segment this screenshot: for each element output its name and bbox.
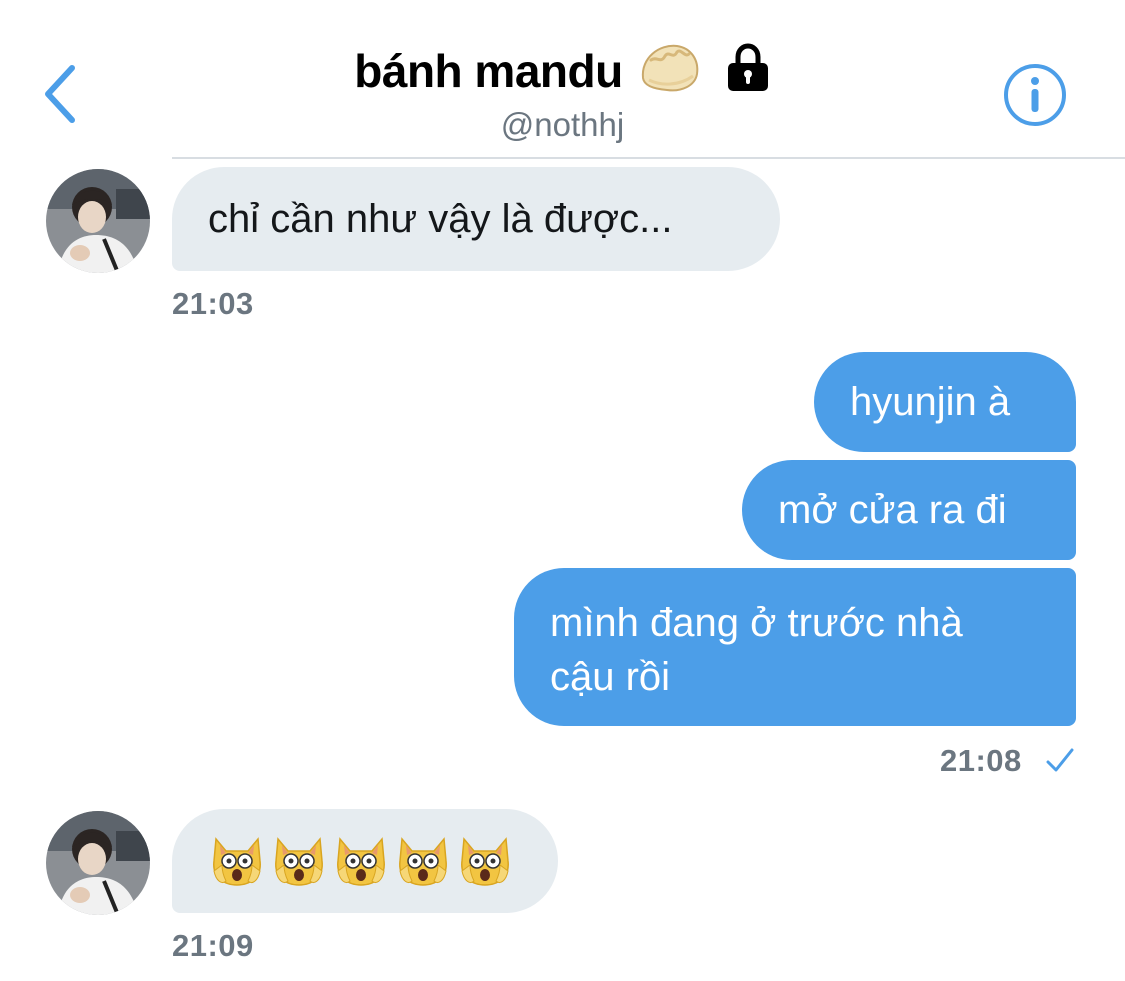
- lock-icon: [725, 43, 771, 98]
- message-bubble-outgoing[interactable]: hyunjin à: [814, 352, 1076, 452]
- conversation-handle[interactable]: @nothhj: [0, 106, 1125, 144]
- weary-cat-face-icon: [210, 831, 264, 901]
- message-timestamp: 21:03: [172, 286, 254, 321]
- weary-cat-face-icon: [396, 831, 450, 901]
- conversation-header: bánh mandu @nothhj: [0, 0, 1125, 158]
- message-text: mình đang ở trước nhà cậu rồi: [550, 601, 963, 699]
- weary-cat-face-icon: [458, 831, 512, 901]
- avatar[interactable]: [46, 811, 150, 915]
- message-bubble-outgoing[interactable]: mở cửa ra đi: [742, 460, 1076, 560]
- dumpling-icon: [637, 38, 703, 103]
- message-timestamp: 21:09: [172, 928, 254, 963]
- avatar[interactable]: [46, 169, 150, 273]
- message-bubble-outgoing[interactable]: mình đang ở trước nhà cậu rồi: [514, 568, 1076, 726]
- message-bubble-incoming[interactable]: [172, 809, 558, 913]
- conversation-title: bánh mandu: [354, 44, 623, 97]
- emoji-group: [210, 831, 558, 901]
- message-timestamp: 21:08: [940, 743, 1022, 778]
- weary-cat-face-icon: [272, 831, 326, 901]
- weary-cat-face-icon: [334, 831, 388, 901]
- message-text: hyunjin à: [850, 380, 1011, 424]
- info-icon[interactable]: [1002, 62, 1068, 128]
- title-block: bánh mandu: [0, 38, 1125, 103]
- message-text: mở cửa ra đi: [778, 488, 1007, 532]
- message-text: chỉ cần như vậy là được...: [208, 197, 673, 241]
- header-divider: [172, 157, 1125, 159]
- sent-check-icon: [1044, 746, 1076, 781]
- message-bubble-incoming[interactable]: chỉ cần như vậy là được...: [172, 167, 780, 271]
